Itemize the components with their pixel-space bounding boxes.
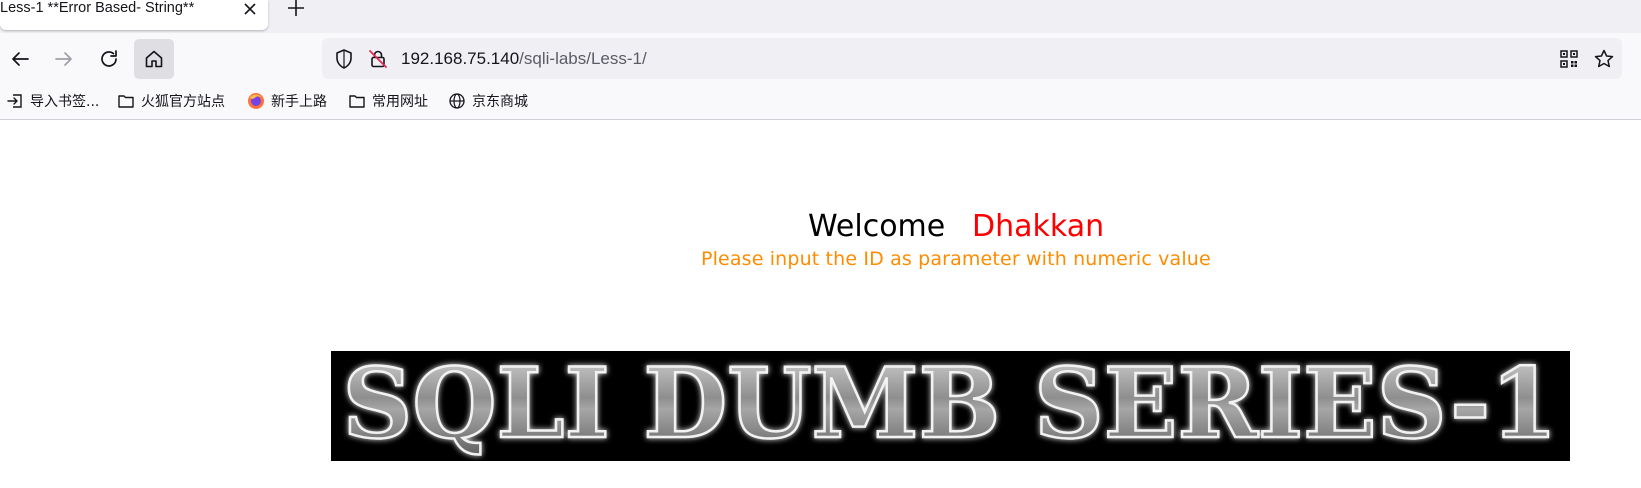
close-icon[interactable] <box>240 0 260 19</box>
bookmark-getting-started[interactable]: 新手上路 <box>247 90 327 112</box>
back-button[interactable] <box>0 39 40 79</box>
home-button[interactable] <box>134 39 174 79</box>
folder-icon <box>349 95 365 108</box>
bookmark-label: 京东商城 <box>472 94 528 110</box>
welcome-text: Welcome <box>808 209 946 244</box>
url-bar[interactable]: 192.168.75.140/sqli-labs/Less-1/ <box>322 38 1622 79</box>
bookmarks-toolbar: 导入书签... 火狐官方站点 新手上路 常用网址 京东商城 <box>0 81 1641 120</box>
bookmark-firefox-official[interactable]: 火狐官方站点 <box>117 90 225 112</box>
new-tab-icon[interactable] <box>285 0 307 19</box>
url-text[interactable]: 192.168.75.140/sqli-labs/Less-1/ <box>401 49 647 69</box>
shield-icon[interactable] <box>332 47 356 71</box>
reload-icon <box>101 50 117 67</box>
bookmark-label: 导入书签... <box>30 94 100 110</box>
tab-strip: Less-1 **Error Based- String** <box>0 0 1641 33</box>
user-name: Dhakkan <box>972 209 1105 244</box>
navigation-toolbar: 192.168.75.140/sqli-labs/Less-1/ <box>0 33 1641 81</box>
home-icon <box>145 50 163 68</box>
star-bookmark-icon[interactable] <box>1592 47 1616 71</box>
bookmark-common-sites[interactable]: 常用网址 <box>348 90 428 112</box>
bookmark-import[interactable]: 导入书签... <box>6 90 99 112</box>
tab-title: Less-1 **Error Based- String** <box>0 0 195 16</box>
arrow-left-icon <box>12 52 29 66</box>
url-path: /sqli-labs/Less-1/ <box>519 49 647 68</box>
reload-button[interactable] <box>89 39 129 79</box>
url-host: 192.168.75.140 <box>401 49 520 68</box>
arrow-right-icon <box>55 52 72 66</box>
globe-icon <box>449 93 465 109</box>
insecure-lock-icon[interactable] <box>366 47 390 71</box>
banner-text: SQLI DUMB SERIES-1 <box>343 351 1558 460</box>
banner-graphic: SQLI DUMB SERIES-1 <box>341 351 1559 461</box>
bookmark-label: 新手上路 <box>271 94 327 110</box>
qr-code-icon[interactable] <box>1557 47 1581 71</box>
bookmark-label: 火狐官方站点 <box>141 94 225 110</box>
forward-button[interactable] <box>44 39 84 79</box>
bookmark-label: 常用网址 <box>372 94 428 110</box>
instruction-text: Please input the ID as parameter with nu… <box>701 248 1211 270</box>
firefox-icon <box>248 93 264 109</box>
bookmark-jd[interactable]: 京东商城 <box>448 90 528 112</box>
import-icon <box>7 94 22 108</box>
browser-tab[interactable]: Less-1 **Error Based- String** <box>0 0 268 30</box>
folder-icon <box>118 95 134 108</box>
sqli-banner-image: SQLI DUMB SERIES-1 <box>331 351 1570 461</box>
